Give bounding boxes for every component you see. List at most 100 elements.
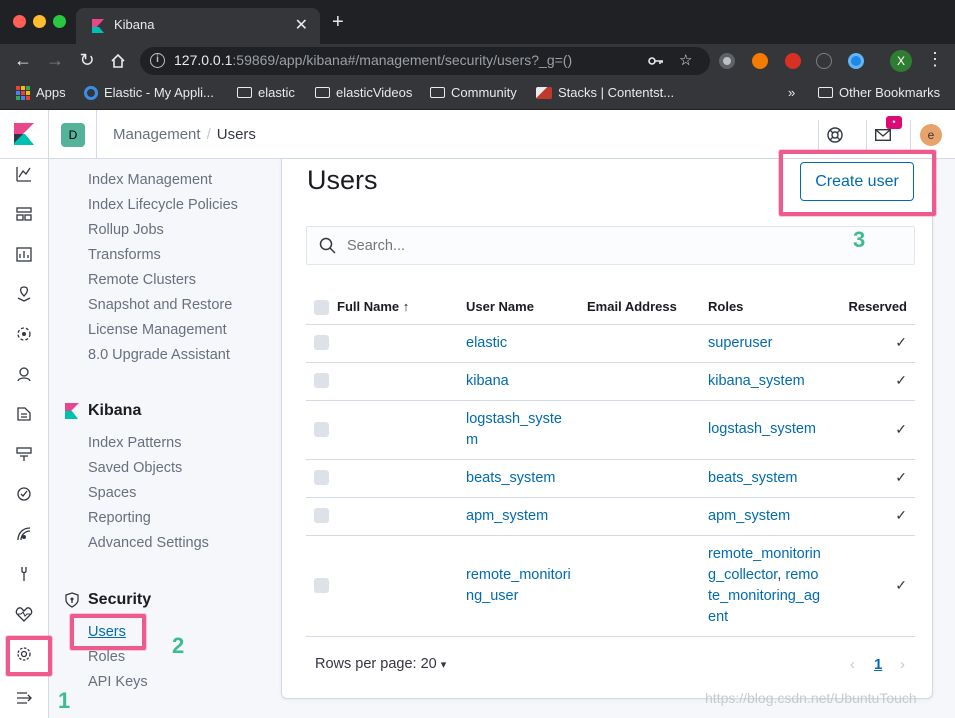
sidemenu-item-saved-objects[interactable]: Saved Objects [88,460,182,476]
key-icon[interactable] [648,54,664,68]
cell-user-name-link[interactable]: remote_monitoring_user [466,567,571,604]
home-icon[interactable] [110,53,126,69]
row-checkbox[interactable] [314,421,329,437]
tab-close-icon[interactable]: ✕ [295,15,308,35]
address-bar[interactable]: i 127.0.0.1:59869/app/kibana#/management… [140,47,710,75]
cell-role-link[interactable]: logstash_system [708,421,816,437]
profile-avatar[interactable]: X [890,50,912,72]
cell-email [579,400,700,460]
machine-learning-icon[interactable] [15,325,33,343]
sidemenu-item-transforms[interactable]: Transforms [88,247,161,263]
close-window-button[interactable] [13,15,26,28]
cell-user-name-link[interactable]: logstash_system [466,411,562,448]
cell-full-name [337,535,458,637]
collapse-nav-icon[interactable] [15,689,33,707]
row-checkbox[interactable] [314,577,329,593]
back-icon[interactable]: ← [12,49,34,71]
annotation-highlight-create-user [779,150,936,216]
sidemenu-item-api-keys[interactable]: API Keys [88,674,148,690]
select-all-checkbox[interactable] [314,299,329,315]
column-reserved[interactable]: Reserved [830,290,915,325]
stack-monitoring-icon[interactable] [15,605,33,623]
extension-record-icon[interactable] [719,53,735,69]
forward-icon[interactable]: → [44,49,66,71]
breadcrumb-management[interactable]: Management [113,126,201,143]
bookmark-elastic-my-appli[interactable]: Elastic - My Appli... [84,85,214,100]
space-selector[interactable]: D [61,123,85,147]
sidemenu-item-spaces[interactable]: Spaces [88,485,136,501]
sidemenu-item-upgrade-assistant[interactable]: 8.0 Upgrade Assistant [88,347,230,363]
extension-blue-icon[interactable] [848,53,864,69]
cell-user-name-link[interactable]: beats_system [466,470,555,486]
recently-viewed-icon[interactable] [15,165,33,183]
bookmark-community[interactable]: Community [430,85,517,100]
row-checkbox[interactable] [314,373,329,389]
kibana-logo-icon[interactable] [14,123,34,145]
cell-role-link[interactable]: superuser [708,335,772,351]
cell-user-name-link[interactable]: apm_system [466,508,548,524]
discover-icon[interactable] [15,205,33,223]
row-checkbox[interactable] [314,508,329,524]
logs-icon[interactable] [15,405,33,423]
search-input[interactable] [347,238,847,254]
sidemenu-item-license-management[interactable]: License Management [88,322,227,338]
cell-role-link[interactable]: apm_system [708,508,790,524]
sidemenu-item-remote-clusters[interactable]: Remote Clusters [88,272,196,288]
bookmark-stacks[interactable]: Stacks | Contentst... [536,85,674,100]
sidemenu-item-reporting[interactable]: Reporting [88,510,151,526]
row-checkbox[interactable] [314,470,329,486]
reload-icon[interactable]: ↻ [76,49,98,71]
bookmark-other-bookmarks[interactable]: Other Bookmarks [818,85,940,100]
uptime-icon[interactable] [15,445,33,463]
user-avatar[interactable]: e [920,124,942,146]
page-number-current[interactable]: 1 [874,656,882,673]
rows-per-page-button[interactable]: Rows per page: 20 ▾ [315,656,446,672]
bookmarks-overflow-icon[interactable]: » [788,85,795,100]
bookmark-apps[interactable]: Apps [16,85,66,100]
search-bar[interactable] [306,226,915,265]
dev-tools-icon[interactable] [15,565,33,583]
newsfeed-notification-badge: • [886,116,902,129]
cell-role-link[interactable]: beats_system [708,470,797,486]
extension-hand-icon[interactable] [785,53,801,69]
cell-user-name-link[interactable]: kibana [466,373,509,389]
browser-tab[interactable]: Kibana ✕ [76,8,320,44]
extension-info-icon[interactable] [816,53,832,69]
cell-role-link[interactable]: kibana_system [708,373,805,389]
cell-full-name [337,400,458,460]
sidemenu-item-index-lifecycle-policies[interactable]: Index Lifecycle Policies [88,197,238,213]
siem-icon[interactable] [15,365,33,383]
sidemenu-item-index-management[interactable]: Index Management [88,172,212,188]
help-button[interactable] [818,120,848,150]
cell-full-name [337,362,458,401]
sidemenu-item-rollup-jobs[interactable]: Rollup Jobs [88,222,164,238]
minimize-window-button[interactable] [33,15,46,28]
new-tab-button[interactable]: + [332,12,344,32]
cell-user-name-link[interactable]: elastic [466,335,507,351]
column-email-address[interactable]: Email Address [579,290,700,325]
site-info-icon[interactable]: i [150,53,165,68]
annotation-highlight-users [70,614,146,650]
maps-icon[interactable] [15,285,33,303]
maximize-window-button[interactable] [53,15,66,28]
apm-icon[interactable] [15,485,33,503]
annotation-step-2: 2 [172,633,185,658]
breadcrumb-users: Users [216,126,256,143]
sidemenu-item-advanced-settings[interactable]: Advanced Settings [88,535,209,551]
column-roles[interactable]: Roles [700,290,830,325]
extension-orange-icon[interactable] [752,53,768,69]
previous-page-icon[interactable]: ‹ [850,656,855,673]
bookmark-star-icon[interactable]: ☆ [679,51,692,69]
column-user-name[interactable]: User Name [458,290,579,325]
column-full-name[interactable]: Full Name ↑ [337,290,458,325]
bookmark-elastic[interactable]: elastic [237,85,295,100]
sidemenu-item-index-patterns[interactable]: Index Patterns [88,435,182,451]
sidemenu-item-roles[interactable]: Roles [88,649,125,665]
sidemenu-item-snapshot-and-restore[interactable]: Snapshot and Restore [88,297,232,313]
canvas-icon[interactable] [15,525,33,543]
bookmark-elasticvideos[interactable]: elasticVideos [315,85,412,100]
visualize-icon[interactable] [15,245,33,263]
browser-menu-icon[interactable]: ⋮ [926,49,944,70]
next-page-icon[interactable]: › [900,656,905,673]
row-checkbox[interactable] [314,335,329,351]
